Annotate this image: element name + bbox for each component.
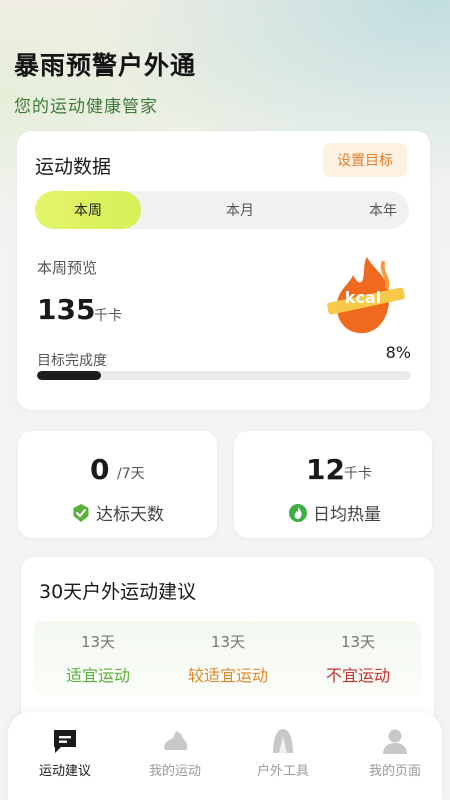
advice-title: 30天户外运动建议 (39, 581, 197, 603)
calories-value: 135 (37, 293, 96, 326)
goal-progress-percent: 8% (385, 343, 411, 362)
bottom-nav: 运动建议 我的运动 户外工具 我的页面 (8, 712, 442, 800)
daily-calories-card[interactable]: 12 千卡 日均热量 (234, 431, 432, 538)
nav-item-my-sport[interactable]: 我的运动 (130, 726, 220, 779)
goal-progress-track (37, 371, 411, 380)
sport-data-card: 运动数据 设置目标 本周 本月 本年 本周预览 135 千卡 kcal 目标完成… (17, 131, 430, 410)
app-title: 暴雨预警户外通 (14, 51, 197, 80)
daily-calories-label: 日均热量 (313, 505, 381, 525)
shield-check-icon (73, 503, 89, 522)
advice-label: 较适宜运动 (187, 666, 268, 685)
nav-label: 运动建议 (38, 764, 91, 779)
goal-progress-fill (37, 371, 101, 380)
nav-item-outdoor-tools[interactable]: 户外工具 (238, 726, 328, 779)
nav-label: 户外工具 (256, 764, 309, 779)
calories-unit: 千卡 (94, 308, 122, 324)
goal-progress-label: 目标完成度 (37, 353, 107, 369)
flame-icon (289, 503, 307, 522)
advice-item-fairly-suitable[interactable]: 13天 较适宜运动 (163, 631, 293, 686)
target-days-unit: /7天 (117, 466, 145, 482)
chat-icon (54, 730, 76, 753)
nav-label: 我的页面 (368, 764, 421, 779)
tent-icon (273, 729, 293, 753)
target-days-value: 0 (90, 453, 110, 486)
advice-days: 13天 (210, 633, 246, 651)
nav-label: 我的运动 (148, 764, 201, 779)
tab-week[interactable]: 本周 (35, 191, 141, 229)
advice-item-unsuitable[interactable]: 13天 不宜运动 (293, 631, 423, 686)
advice-days: 13天 (340, 633, 376, 651)
daily-calories-unit: 千卡 (344, 466, 372, 482)
advice-label: 不宜运动 (325, 666, 390, 685)
kcal-flame-icon: kcal (327, 257, 405, 334)
tab-year[interactable]: 本年 (330, 191, 436, 229)
target-days-card[interactable]: 0 /7天 达标天数 (18, 431, 217, 538)
nav-item-sport-advice[interactable]: 运动建议 (20, 726, 110, 779)
user-icon (383, 729, 407, 754)
daily-calories-label-row: 日均热量 (289, 500, 381, 525)
advice-days: 13天 (80, 633, 116, 651)
app-subtitle: 您的运动健康管家 (14, 97, 158, 117)
overview-label: 本周预览 (37, 259, 98, 277)
set-goal-button[interactable]: 设置目标 (323, 143, 407, 177)
advice-label: 适宜运动 (65, 666, 130, 685)
period-tabs: 本周 本月 本年 (35, 191, 409, 229)
kcal-badge-text: kcal (345, 288, 381, 307)
target-days-label-row: 达标天数 (72, 500, 164, 525)
daily-calories-value: 12 (306, 453, 345, 486)
advice-summary-box: 13天 适宜运动 13天 较适宜运动 13天 不宜运动 (33, 621, 421, 695)
tab-month[interactable]: 本月 (187, 191, 293, 229)
sport-data-title: 运动数据 (35, 156, 112, 178)
nav-item-my-page[interactable]: 我的页面 (350, 726, 440, 779)
outdoor-advice-card: 30天户外运动建议 13天 适宜运动 13天 较适宜运动 13天 不宜运动 (21, 557, 434, 737)
advice-item-suitable[interactable]: 13天 适宜运动 (33, 631, 163, 686)
target-days-label: 达标天数 (96, 505, 164, 525)
shoe-icon (164, 731, 187, 750)
